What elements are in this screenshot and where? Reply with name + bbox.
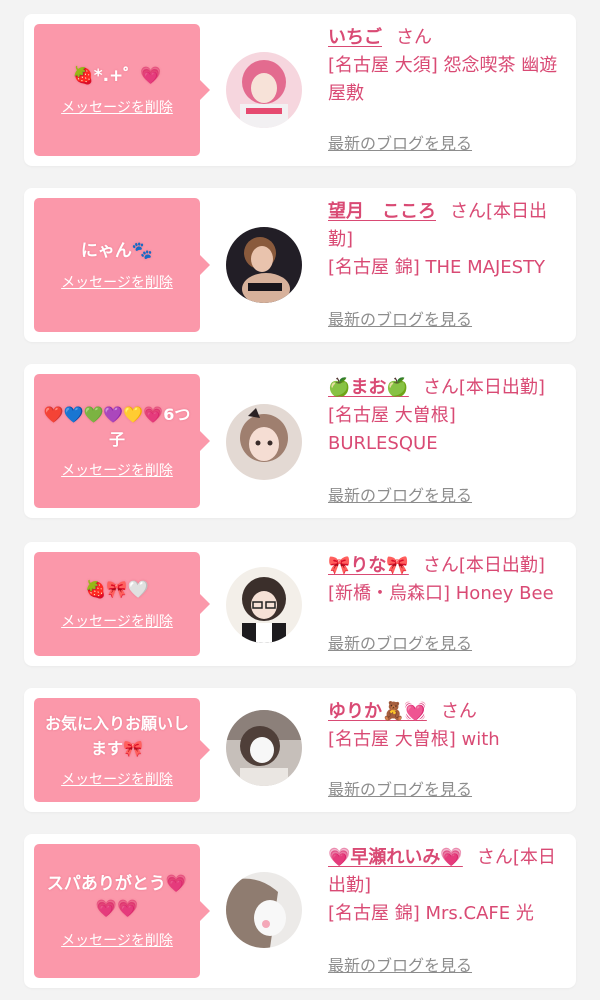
message-text: お気に入りお願いします🎀 [44,714,189,758]
avatar[interactable] [226,710,302,786]
avatar-photo [226,872,302,948]
avatar-photo [226,404,302,480]
latest-blog-link[interactable]: 最新のブログを見る [328,776,472,800]
message-card: スパありがとう💗💗💗 メッセージを削除 💗早瀬れいみ💗 さん[本日出勤] [名古屋… [24,834,576,988]
avatar[interactable] [226,567,302,643]
girl-info: 🎀りな🎀 さん[本日出勤] [新橋・烏森口] Honey Bee [328,552,568,608]
girl-name-link[interactable]: 🍏まお🍏 [328,377,409,398]
shop-info: [名古屋 大須] 怨念喫茶 幽遊屋敷 [328,55,558,104]
avatar-photo [226,52,302,128]
avatar[interactable] [226,872,302,948]
girl-info: ゆりか🧸💓 さん [名古屋 大曽根] with [328,698,568,754]
girl-name-link[interactable]: いちご [328,27,382,48]
message-text: スパありがとう💗💗💗 [46,874,188,919]
message-bubble: 🍓🎀🤍 メッセージを削除 [34,552,210,656]
girl-name-link[interactable]: 望月 こころ [328,201,436,222]
message-bubble: ❤️💙💚💜💛💗6つ子 メッセージを削除 [34,374,210,508]
latest-blog-link[interactable]: 最新のブログを見る [328,130,472,154]
delete-message-link[interactable]: メッセージを削除 [61,272,173,292]
name-suffix: さん [440,701,477,722]
girl-info: 🍏まお🍏 さん[本日出勤] [名古屋 大曽根] BURLESQUE [328,374,568,458]
shop-info: [名古屋 錦] THE MAJESTY [328,257,546,278]
message-bubble: スパありがとう💗💗💗 メッセージを削除 [34,844,210,978]
girl-info: 💗早瀬れいみ💗 さん[本日出勤] [名古屋 錦] Mrs.CAFE 光 [328,844,568,928]
avatar[interactable] [226,404,302,480]
name-suffix: さん[本日出勤] [422,555,545,576]
name-suffix: さん[本日出勤] [422,377,545,398]
message-card: 🍓*.+゜💗 メッセージを削除 いちご さん [名古屋 大須] 怨念喫茶 幽遊屋敷… [24,14,576,166]
message-text: ❤️💙💚💜💛💗6つ子 [43,405,191,449]
girl-name-link[interactable]: 🎀りな🎀 [328,555,409,576]
message-bubble: お気に入りお願いします🎀 メッセージを削除 [34,698,210,802]
message-bubble: 🍓*.+゜💗 メッセージを削除 [34,24,210,156]
latest-blog-link[interactable]: 最新のブログを見る [328,306,472,330]
delete-message-link[interactable]: メッセージを削除 [61,97,173,117]
latest-blog-link[interactable]: 最新のブログを見る [328,952,472,976]
message-card: 🍓🎀🤍 メッセージを削除 🎀りな🎀 さん[本日出勤] [新橋・烏森口] Honey… [24,542,576,666]
shop-info: [名古屋 大曽根] BURLESQUE [328,405,456,454]
message-card: にゃん🐾 メッセージを削除 望月 こころ さん[本日出勤] [名古屋 錦] THE… [24,188,576,342]
message-bubble: にゃん🐾 メッセージを削除 [34,198,210,332]
avatar[interactable] [226,52,302,128]
shop-info: [名古屋 錦] Mrs.CAFE 光 [328,903,534,924]
delete-message-link[interactable]: メッセージを削除 [61,460,173,480]
avatar[interactable] [226,227,302,303]
girl-info: 望月 こころ さん[本日出勤] [名古屋 錦] THE MAJESTY [328,198,568,282]
latest-blog-link[interactable]: 最新のブログを見る [328,630,472,654]
message-text: 🍓🎀🤍 [85,579,149,600]
message-list: 🍓*.+゜💗 メッセージを削除 いちご さん [名古屋 大須] 怨念喫茶 幽遊屋敷… [0,0,600,1000]
name-suffix: さん [396,27,432,48]
message-card: ❤️💙💚💜💛💗6つ子 メッセージを削除 🍏まお🍏 さん[本日出勤] [名古屋 大曽… [24,364,576,518]
avatar-photo [226,227,302,303]
latest-blog-link[interactable]: 最新のブログを見る [328,482,472,506]
girl-name-link[interactable]: 💗早瀬れいみ💗 [328,847,463,868]
message-card: お気に入りお願いします🎀 メッセージを削除 ゆりか🧸💓 さん [名古屋 大曽根] … [24,688,576,812]
delete-message-link[interactable]: メッセージを削除 [61,769,173,789]
avatar-photo [226,710,302,786]
delete-message-link[interactable]: メッセージを削除 [61,930,173,950]
message-text: 🍓*.+゜💗 [72,65,162,86]
shop-info: [新橋・烏森口] Honey Bee [328,583,554,604]
girl-name-link[interactable]: ゆりか🧸💓 [328,701,427,722]
girl-info: いちご さん [名古屋 大須] 怨念喫茶 幽遊屋敷 [328,24,568,108]
shop-info: [名古屋 大曽根] with [328,729,500,750]
message-text: にゃん🐾 [80,240,154,261]
delete-message-link[interactable]: メッセージを削除 [61,611,173,631]
avatar-photo [226,567,302,643]
